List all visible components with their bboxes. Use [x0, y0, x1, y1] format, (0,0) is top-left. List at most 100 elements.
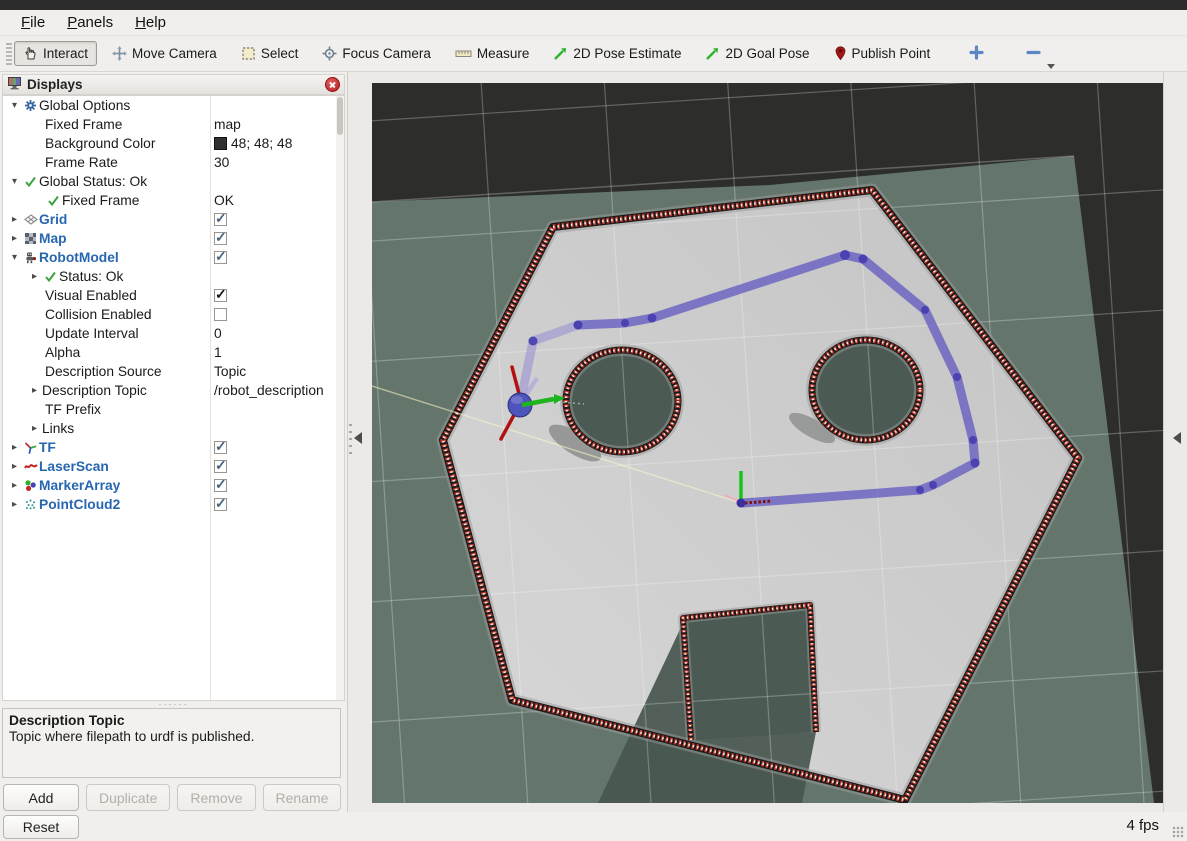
tree-row-robot-status[interactable]: Status: Ok — [3, 267, 344, 286]
duplicate-button[interactable]: Duplicate — [86, 784, 170, 811]
toolbar: Interact Move Camera Select Focus Camera… — [0, 36, 1187, 72]
tree-row-robotmodel[interactable]: RobotModel — [3, 248, 344, 267]
reset-button[interactable]: Reset — [3, 815, 79, 839]
tool-measure[interactable]: Measure — [446, 41, 539, 66]
robotmodel-checkbox[interactable] — [214, 251, 227, 264]
collapse-left-arrow-icon[interactable] — [354, 432, 362, 444]
visual-enabled-checkbox[interactable] — [214, 289, 227, 302]
tree-row-global-options[interactable]: Global Options — [3, 96, 344, 115]
green-arrow-icon — [705, 46, 720, 61]
panel-title: Displays — [27, 77, 325, 92]
tree-row-background-color[interactable]: Background Color 48; 48; 48 — [3, 134, 344, 153]
add-button[interactable]: Add — [3, 784, 79, 811]
left-panel-splitter[interactable] — [348, 72, 372, 812]
remove-button[interactable]: Remove — [177, 784, 255, 811]
tf-checkbox[interactable] — [214, 441, 227, 454]
tree-row-collision-enabled[interactable]: Collision Enabled — [3, 305, 344, 324]
tree-row-update-interval[interactable]: Update Interval 0 — [3, 324, 344, 343]
tree-row-description-source[interactable]: Description Source Topic — [3, 362, 344, 381]
move-camera-icon — [112, 46, 127, 61]
collision-enabled-checkbox[interactable] — [214, 308, 227, 321]
alpha-value[interactable]: 1 — [214, 345, 222, 360]
displays-panel-header: Displays — [2, 74, 345, 95]
tree-row-markerarray[interactable]: MarkerArray — [3, 476, 344, 495]
measure-icon — [455, 47, 472, 60]
tree-row-laserscan[interactable]: LaserScan — [3, 457, 344, 476]
menu-help[interactable]: Help — [124, 12, 177, 33]
focus-camera-icon — [322, 46, 337, 61]
help-title: Description Topic — [9, 713, 334, 728]
expander-icon[interactable] — [7, 96, 22, 115]
dropdown-caret-icon[interactable] — [1047, 64, 1055, 69]
expander-icon[interactable] — [7, 172, 22, 191]
tool-label: Move Camera — [132, 46, 217, 61]
minus-icon — [1026, 45, 1041, 63]
3d-viewport[interactable] — [372, 83, 1163, 803]
expander-icon[interactable] — [7, 457, 22, 476]
update-interval-value[interactable]: 0 — [214, 326, 222, 341]
tool-publish-point[interactable]: Publish Point — [825, 41, 940, 66]
tree-row-map[interactable]: Map — [3, 229, 344, 248]
tree-row-visual-enabled[interactable]: Visual Enabled — [3, 286, 344, 305]
tool-label: Publish Point — [852, 46, 931, 61]
rename-button[interactable]: Rename — [263, 784, 342, 811]
window-resize-grip[interactable] — [1172, 826, 1184, 838]
grid-checkbox[interactable] — [214, 213, 227, 226]
markerarray-display-icon — [22, 479, 39, 492]
expander-icon[interactable] — [27, 381, 42, 400]
tree-row-fixed-frame[interactable]: Fixed Frame map — [3, 115, 344, 134]
expander-icon[interactable] — [7, 495, 22, 514]
map-checkbox[interactable] — [214, 232, 227, 245]
pointcloud2-checkbox[interactable] — [214, 498, 227, 511]
menubar: File Panels Help — [0, 10, 1187, 36]
tool-2d-goal-pose[interactable]: 2D Goal Pose — [696, 41, 818, 66]
expander-icon[interactable] — [7, 229, 22, 248]
tree-row-tf[interactable]: TF — [3, 438, 344, 457]
tree-row-tf-prefix[interactable]: TF Prefix — [3, 400, 344, 419]
tool-focus-camera[interactable]: Focus Camera — [313, 41, 440, 66]
tree-row-pointcloud2[interactable]: PointCloud2 — [3, 495, 344, 514]
expander-icon[interactable] — [7, 248, 22, 267]
frame-rate-value[interactable]: 30 — [214, 155, 229, 170]
expander-icon[interactable] — [7, 476, 22, 495]
tree-row-frame-rate[interactable]: Frame Rate 30 — [3, 153, 344, 172]
tree-row-links[interactable]: Links — [3, 419, 344, 438]
expander-icon[interactable] — [27, 419, 42, 438]
right-panel-splitter[interactable] — [1163, 72, 1187, 812]
description-source-value[interactable]: Topic — [214, 364, 246, 379]
tool-interact[interactable]: Interact — [14, 41, 97, 66]
zoom-out-button[interactable] — [1020, 41, 1047, 67]
expander-icon[interactable] — [7, 210, 22, 229]
description-topic-value[interactable]: /robot_description — [214, 383, 324, 398]
statusbar: Reset 4 fps — [0, 812, 1187, 841]
fixed-frame-value[interactable]: map — [214, 117, 241, 132]
tree-row-fixed-frame-status[interactable]: Fixed Frame OK — [3, 191, 344, 210]
gear-icon — [22, 99, 39, 112]
mouth-obstacle — [683, 605, 816, 740]
laserscan-checkbox[interactable] — [214, 460, 227, 473]
zoom-in-button[interactable] — [963, 41, 990, 67]
menu-file[interactable]: File — [10, 12, 56, 33]
robot-model-icon — [22, 251, 39, 264]
collapse-right-arrow-icon[interactable] — [1173, 432, 1181, 444]
panel-splitter[interactable] — [2, 702, 345, 707]
close-icon[interactable] — [325, 77, 340, 92]
color-swatch[interactable] — [214, 137, 227, 150]
tree-scrollbar[interactable] — [336, 96, 344, 700]
tool-2d-pose-estimate[interactable]: 2D Pose Estimate — [544, 41, 690, 66]
toolbar-grip[interactable] — [6, 43, 12, 65]
menu-panels[interactable]: Panels — [56, 12, 124, 33]
expander-icon[interactable] — [7, 438, 22, 457]
tree-row-global-status[interactable]: Global Status: Ok — [3, 172, 344, 191]
markerarray-checkbox[interactable] — [214, 479, 227, 492]
tool-label: Interact — [43, 46, 88, 61]
tool-select[interactable]: Select — [232, 41, 308, 66]
tree-row-grid[interactable]: Grid — [3, 210, 344, 229]
green-arrow-icon — [553, 46, 568, 61]
tree-row-alpha[interactable]: Alpha 1 — [3, 343, 344, 362]
tool-move-camera[interactable]: Move Camera — [103, 41, 226, 66]
tree-row-description-topic[interactable]: Description Topic /robot_description — [3, 381, 344, 400]
laserscan-display-icon — [22, 460, 39, 473]
expander-icon[interactable] — [27, 267, 42, 286]
background-color-value[interactable]: 48; 48; 48 — [231, 136, 292, 151]
